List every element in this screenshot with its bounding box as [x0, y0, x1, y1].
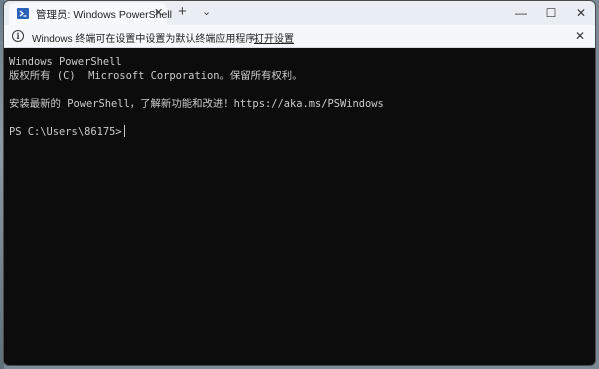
- tab-powershell[interactable]: 管理员: Windows PowerShell ✕: [9, 3, 172, 25]
- terminal-line: 安装最新的 PowerShell，了解新功能和改进！https://aka.ms…: [9, 98, 384, 110]
- minimize-button[interactable]: —: [507, 1, 535, 25]
- info-bar: i Windows 终端可在设置中设置为默认终端应用程序。 打开设置 ✕: [4, 25, 595, 48]
- scrollbar[interactable]: [590, 53, 593, 353]
- terminal-line: Windows PowerShell: [9, 56, 122, 68]
- prompt-line[interactable]: PS C:\Users\86175>: [9, 125, 595, 139]
- chevron-down-icon[interactable]: ⌄: [202, 5, 211, 18]
- info-message: Windows 终端可在设置中设置为默认终端应用程序。: [32, 34, 266, 45]
- terminal-line: 版权所有 (C) Microsoft Corporation。保留所有权利。: [9, 70, 303, 82]
- maximize-button[interactable]: ☐: [537, 1, 565, 25]
- info-close-icon[interactable]: ✕: [575, 29, 585, 43]
- close-button[interactable]: ✕: [567, 1, 595, 25]
- tab-title: 管理员: Windows PowerShell: [36, 9, 172, 21]
- tab-close-icon[interactable]: ✕: [154, 7, 163, 19]
- info-icon: i: [12, 30, 24, 42]
- text-cursor: [123, 125, 125, 137]
- window-controls: — ☐ ✕: [505, 1, 595, 25]
- new-tab-button[interactable]: +: [178, 4, 187, 20]
- powershell-icon: [17, 8, 29, 19]
- terminal-window: 管理员: Windows PowerShell ✕ + ⌄ — ☐ ✕ i Wi…: [3, 0, 596, 366]
- title-bar[interactable]: 管理员: Windows PowerShell ✕ + ⌄ — ☐ ✕: [4, 1, 595, 25]
- open-settings-link[interactable]: 打开设置: [254, 30, 294, 45]
- terminal-output[interactable]: Windows PowerShell 版权所有 (C) Microsoft Co…: [4, 48, 595, 365]
- prompt-text: PS C:\Users\86175>: [9, 126, 122, 138]
